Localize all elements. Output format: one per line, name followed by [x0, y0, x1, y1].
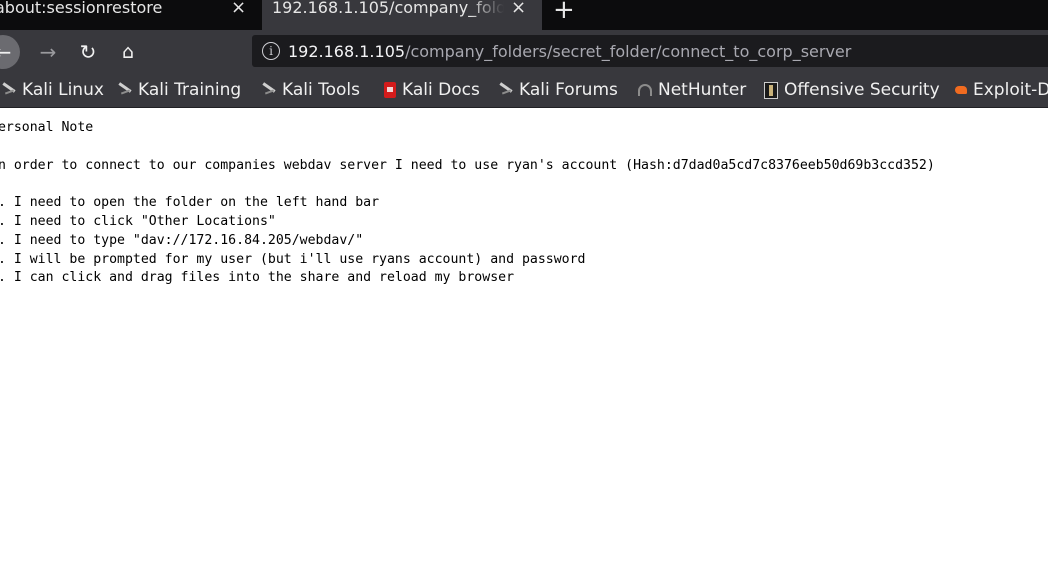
bookmark-exploit-db[interactable]: Exploit-DB [955, 73, 1048, 107]
back-button[interactable]: ← [0, 30, 22, 73]
tab-close-icon[interactable]: × [231, 0, 246, 18]
kali-dragon-icon [2, 84, 16, 96]
reload-button[interactable]: ↻ [76, 30, 100, 73]
bookmark-label: Offensive Security [784, 80, 940, 100]
bookmark-label: Kali Training [138, 80, 242, 100]
bookmark-label: Kali Docs [402, 80, 480, 100]
bookmarks-toolbar: Kali Linux Kali Training Kali Tools Kali… [0, 73, 1048, 108]
new-tab-button[interactable]: + [553, 0, 575, 25]
exploit-db-icon [955, 86, 967, 94]
bookmark-nethunter[interactable]: NetHunter [638, 73, 746, 107]
docs-book-icon [384, 82, 396, 98]
personal-note-text: Personal Note In order to connect to our… [0, 120, 935, 286]
bookmark-offensive-security[interactable]: Offensive Security [764, 73, 940, 107]
bookmark-label: Kali Linux [22, 80, 104, 100]
bookmark-kali-linux[interactable]: Kali Linux [2, 73, 104, 107]
forward-arrow-icon: → [39, 39, 57, 64]
home-icon: ⌂ [121, 40, 135, 63]
page-content: Personal Note In order to connect to our… [0, 108, 1048, 567]
forward-button[interactable]: → [36, 30, 60, 73]
site-info-icon[interactable]: i [262, 42, 280, 60]
bookmark-kali-tools[interactable]: Kali Tools [262, 73, 360, 107]
tab-title: about:sessionrestore [0, 0, 163, 17]
url-bar[interactable]: i 192.168.1.105/company_folders/secret_f… [252, 35, 1048, 67]
bookmark-kali-forums[interactable]: Kali Forums [499, 73, 618, 107]
navigation-toolbar: ← → ↻ ⌂ i 192.168.1.105/company_folders/… [0, 30, 1048, 73]
kali-dragon-icon [499, 84, 513, 96]
url-host: 192.168.1.105 [288, 41, 406, 61]
home-button[interactable]: ⌂ [116, 30, 140, 73]
bookmark-kali-training[interactable]: Kali Training [118, 73, 241, 107]
reload-icon: ↻ [79, 39, 97, 64]
tab-title: 192.168.1.105/company_folders/secret_fol… [272, 0, 504, 17]
url-path: /company_folders/secret_folder/connect_t… [405, 41, 852, 61]
bookmark-label: Kali Forums [519, 80, 618, 100]
tab-sessionrestore[interactable]: about:sessionrestore × [0, 0, 259, 26]
kali-dragon-icon [262, 84, 276, 96]
bookmark-label: Kali Tools [282, 80, 360, 100]
url-text: 192.168.1.105/company_folders/secret_fol… [288, 42, 851, 61]
bookmark-kali-docs[interactable]: Kali Docs [384, 73, 480, 107]
nethunter-icon [638, 84, 652, 96]
kali-dragon-icon [118, 84, 132, 96]
bookmark-label: NetHunter [658, 80, 747, 100]
offsec-icon [764, 81, 778, 99]
bookmark-label: Exploit-DB [973, 80, 1048, 100]
tab-close-icon[interactable]: × [511, 0, 526, 18]
back-arrow-icon: ← [0, 34, 20, 69]
tab-connect-to-corp-server[interactable]: 192.168.1.105/company_folders/secret_fol… [262, 0, 542, 30]
tab-strip: about:sessionrestore × 192.168.1.105/com… [0, 0, 1048, 30]
